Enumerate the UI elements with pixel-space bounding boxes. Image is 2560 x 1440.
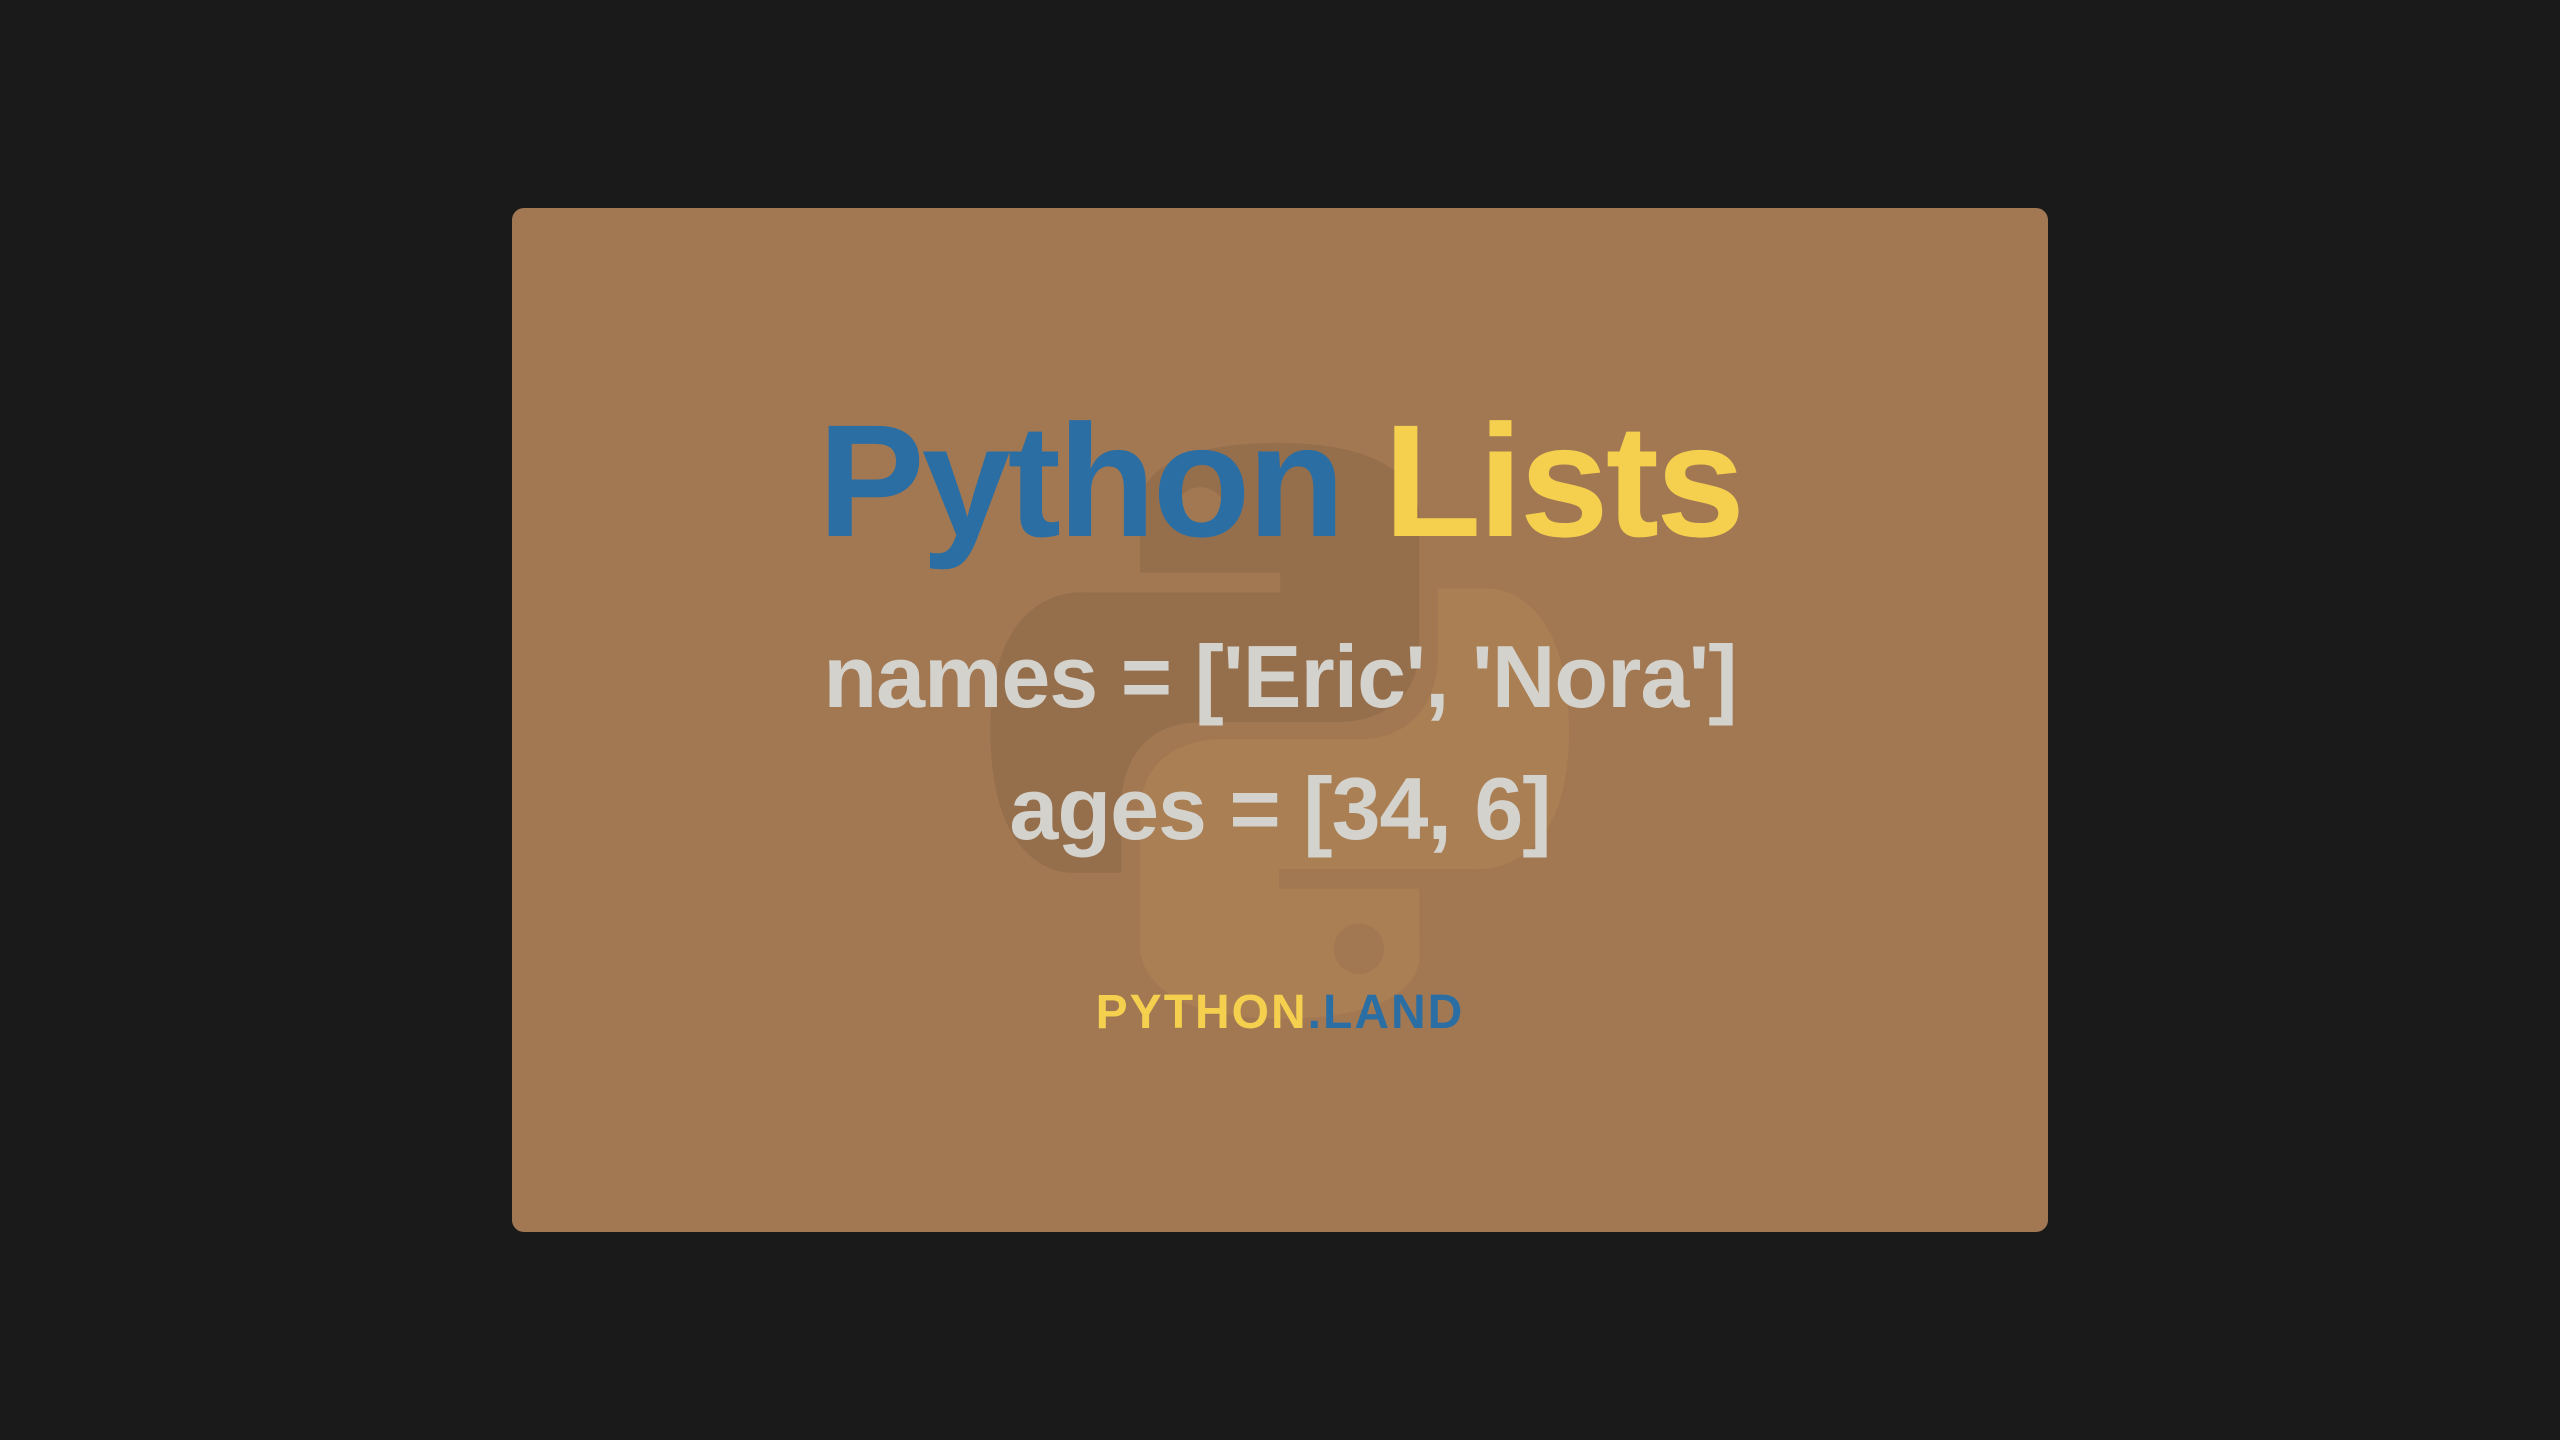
title-word-python: Python	[818, 391, 1342, 570]
main-title: Python Lists	[512, 401, 2048, 561]
content-container: Python Lists names = ['Eric', 'Nora'] ag…	[512, 401, 2048, 1040]
footer-dot: .	[1308, 986, 1323, 1039]
footer-word-python: PYTHON	[1096, 986, 1308, 1039]
code-block: names = ['Eric', 'Nora'] ages = [34, 6]	[512, 611, 2048, 875]
footer-brand: PYTHON.LAND	[512, 985, 2048, 1040]
code-line-1: names = ['Eric', 'Nora']	[512, 611, 2048, 743]
footer-word-land: LAND	[1323, 986, 1464, 1039]
graphic-card: Python Lists names = ['Eric', 'Nora'] ag…	[512, 208, 2048, 1232]
code-line-2: ages = [34, 6]	[512, 743, 2048, 875]
title-word-lists: Lists	[1384, 391, 1742, 570]
